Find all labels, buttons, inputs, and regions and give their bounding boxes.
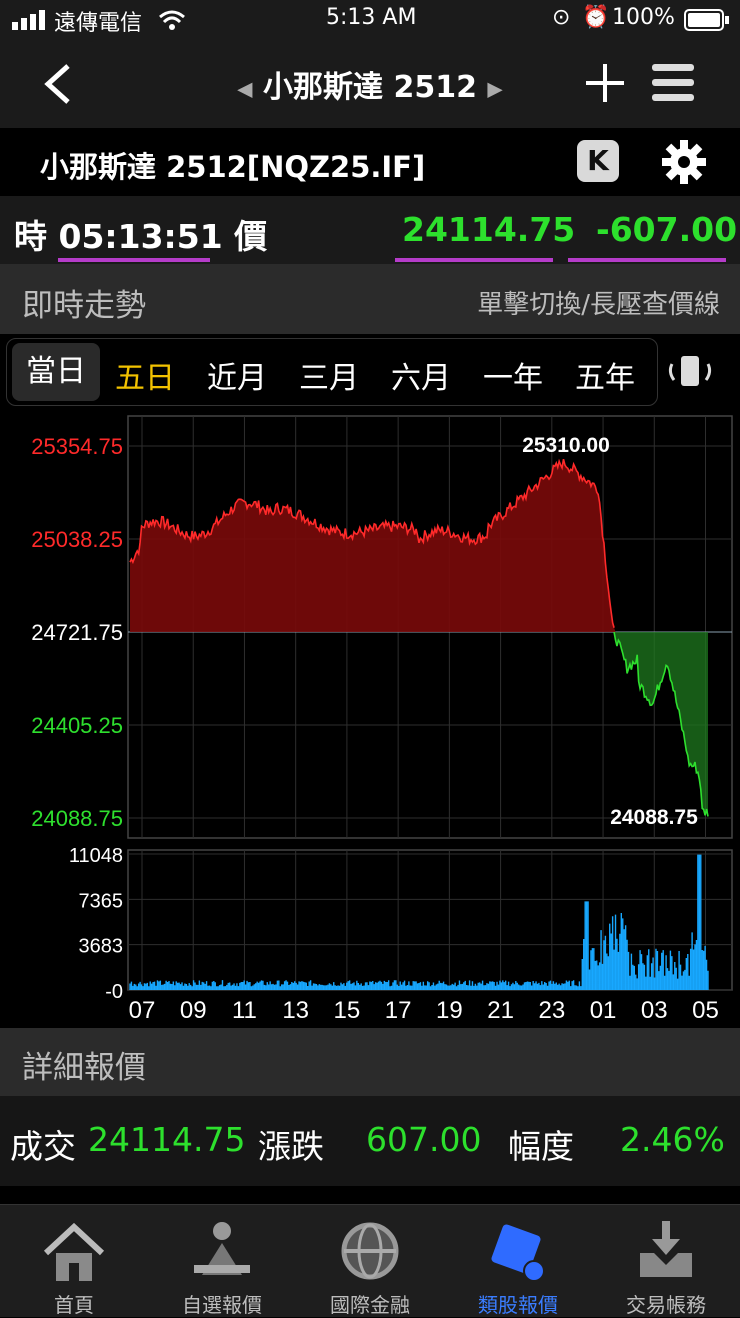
globe-icon: [341, 1222, 399, 1280]
volume-axis-label: 7365: [79, 890, 124, 912]
tab-recent-month[interactable]: 近月: [193, 353, 281, 397]
low-price-label: 24088.75: [610, 806, 698, 829]
realtime-section-header: 即時走勢 單擊切換/長壓查價線: [0, 264, 740, 334]
change-underline: [568, 258, 726, 262]
prev-icon[interactable]: ◀: [237, 77, 252, 101]
price-change: -607.00: [596, 210, 738, 249]
watchlist-icon: [194, 1222, 250, 1275]
price-axis-label: 25038.25: [31, 527, 123, 552]
x-tick-label: 13: [282, 997, 309, 1024]
deal-label: 成交: [10, 1127, 76, 1166]
symbol-title: 小那斯達 2512[NQZ25.IF]: [40, 150, 426, 184]
intraday-chart[interactable]: 07 09 11 13 15 17 19 21 23 01 03 05 25354.75 25038.25…: [0, 408, 740, 1028]
next-icon[interactable]: ▶: [487, 77, 502, 101]
chart-hint: 單擊切換/長壓查價線: [477, 290, 720, 320]
price-underline: [395, 258, 553, 262]
period-tabs: 當日 五日 近月 三月 六月 一年 五年: [6, 338, 658, 406]
menu-icon[interactable]: [652, 62, 694, 102]
quote-time: 時 05:13:51 價: [14, 217, 268, 256]
inbox-icon: [640, 1221, 692, 1277]
gear-icon[interactable]: [662, 140, 706, 184]
nav-bar: ◀ 小那斯達 2512 ▶: [0, 40, 740, 128]
symbol-bar: 小那斯達 2512[NQZ25.IF] K: [0, 128, 740, 196]
clock: 5:13 AM: [326, 5, 417, 30]
volume-axis-label: 3683: [79, 936, 124, 958]
realtime-title: 即時走勢: [22, 288, 146, 324]
range-value: 2.46%: [620, 1120, 725, 1159]
home-icon: [43, 1223, 105, 1281]
x-tick-label: 05: [692, 997, 719, 1024]
tab-six-months[interactable]: 六月: [377, 353, 465, 397]
change-value: 607.00: [366, 1120, 482, 1159]
x-tick-label: 21: [487, 997, 514, 1024]
orientation-lock-icon: ⊙: [552, 5, 571, 30]
x-tick-label: 15: [334, 997, 361, 1024]
tab-five-days[interactable]: 五日: [101, 353, 189, 397]
plus-icon[interactable]: [586, 64, 624, 102]
tabbar-sectors[interactable]: 類股報價: [444, 1205, 592, 1317]
tabbar-home[interactable]: 首頁: [0, 1205, 148, 1317]
carrier-name: 遠傳電信: [54, 11, 143, 36]
rotate-screen-icon[interactable]: [666, 352, 714, 392]
x-tick-label: 03: [641, 997, 668, 1024]
tabbar-trading[interactable]: 交易帳務: [592, 1205, 740, 1317]
high-price-label: 25310.00: [522, 434, 610, 457]
sector-icon: [491, 1224, 545, 1282]
deal-value: 24114.75: [88, 1120, 246, 1159]
tab-five-years[interactable]: 五年: [561, 353, 649, 397]
signal-icon: [12, 10, 45, 30]
price-axis-label: 24088.75: [31, 806, 123, 831]
tabbar-international[interactable]: 國際金融: [296, 1205, 444, 1317]
tab-one-year[interactable]: 一年: [469, 353, 557, 397]
price-row: 時 05:13:51 價 24114.75 -607.00: [0, 196, 740, 264]
x-tick-label: 01: [590, 997, 617, 1024]
time-underline: [58, 258, 210, 262]
detail-title: 詳細報價: [22, 1050, 146, 1086]
volume-axis-label: 11048: [69, 845, 123, 867]
last-price: 24114.75: [402, 210, 576, 249]
range-label: 幅度: [508, 1127, 574, 1166]
price-axis-label: 24721.75: [31, 620, 123, 645]
x-tick-label: 11: [232, 997, 257, 1024]
status-bar: 遠傳電信 5:13 AM ⊙ ⏰ 100%: [0, 0, 740, 40]
price-axis-label: 25354.75: [31, 434, 123, 459]
volume-axis-label: -0: [105, 981, 123, 1003]
x-tick-label: 09: [180, 997, 207, 1024]
tab-three-months[interactable]: 三月: [285, 353, 373, 397]
alarm-icon: ⏰: [582, 5, 610, 30]
battery-percent: 100%: [612, 5, 675, 30]
bottom-tab-bar: 首頁 自選報價 國際金融 類股報價 交易帳務: [0, 1204, 740, 1317]
x-tick-label: 17: [385, 997, 412, 1024]
wifi-icon: [159, 10, 185, 30]
x-tick-label: 19: [436, 997, 463, 1024]
change-label: 漲跌: [258, 1127, 324, 1166]
price-axis-label: 24405.25: [31, 713, 123, 738]
detail-row: 成交 24114.75 漲跌 607.00 幅度 2.46%: [0, 1096, 740, 1186]
tab-today[interactable]: 當日: [12, 343, 100, 401]
nav-title: 小那斯達 2512: [263, 70, 477, 105]
x-tick-label: 07: [129, 997, 156, 1024]
kline-button[interactable]: K: [577, 140, 619, 182]
detail-section-header: 詳細報價: [0, 1028, 740, 1096]
x-tick-label: 23: [538, 997, 565, 1024]
tabbar-watchlist[interactable]: 自選報價: [148, 1205, 296, 1317]
battery-icon: [684, 9, 729, 31]
